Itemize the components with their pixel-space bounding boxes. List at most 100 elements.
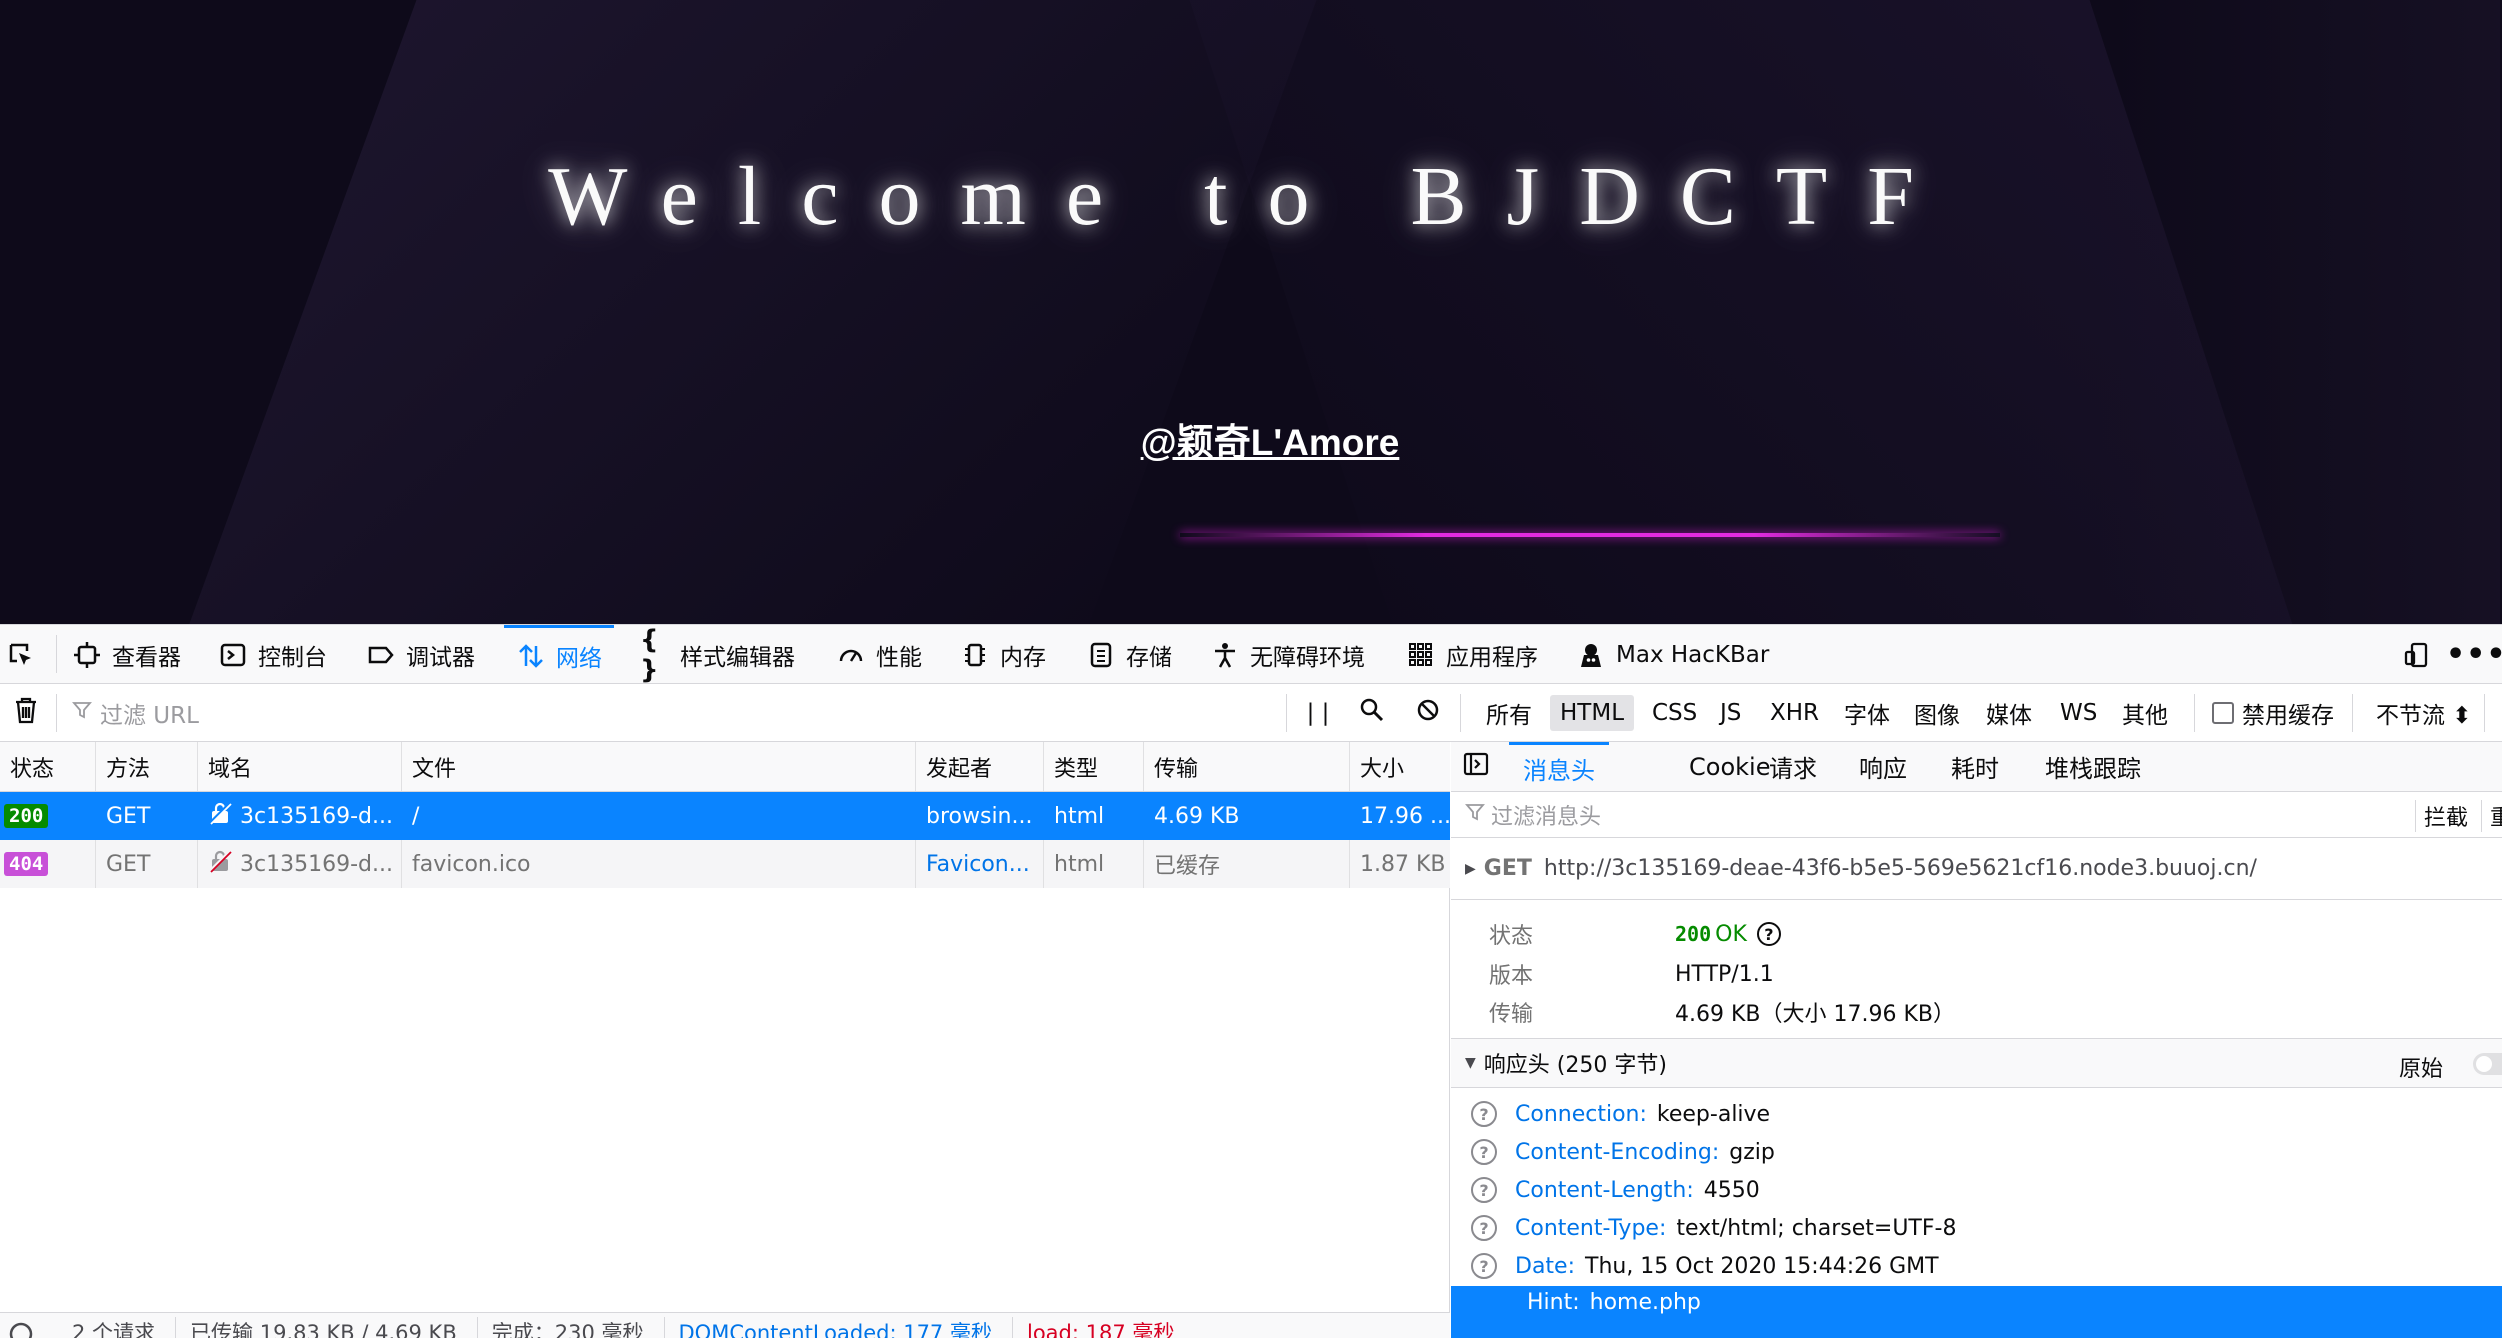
file-cell: favicon.ico xyxy=(402,840,916,888)
type-filter-image[interactable]: 图像 xyxy=(1914,684,1960,741)
response-header-row: ? Content-Length: 4550 xyxy=(1451,1172,2502,1208)
tab-performance[interactable]: 性能 xyxy=(836,625,922,684)
column-header-method[interactable]: 方法 xyxy=(96,742,198,791)
block-request-button[interactable]: 拦截 xyxy=(2415,800,2468,832)
request-count: 2 个请求 xyxy=(72,1321,156,1338)
network-icon xyxy=(516,641,546,671)
pause-icon: | | xyxy=(1306,699,1330,726)
tab-timings[interactable]: 耗时 xyxy=(1951,742,1999,791)
initiator-cell[interactable]: browsin... xyxy=(916,792,1044,840)
author-link[interactable]: @颖奇L'Amore xyxy=(0,412,2502,466)
tab-memory[interactable]: 内存 xyxy=(960,625,1046,684)
page-viewport: Welcome to BJDCTF @颖奇L'Amore xyxy=(0,0,2502,624)
help-icon[interactable]: ? xyxy=(1471,1177,1497,1203)
tab-inspector[interactable]: 查看器 xyxy=(72,625,181,684)
type-filter-ws[interactable]: WS xyxy=(2060,684,2097,741)
tab-max-hackbar[interactable]: Max HacKBar xyxy=(1576,625,1769,684)
tab-stack-trace[interactable]: 堆栈跟踪 xyxy=(2045,742,2141,791)
background-shape xyxy=(2100,0,2500,624)
network-filterbar: 过滤 URL | | 所有 HTML CSS JS XHR 字体 图像 媒体 W… xyxy=(0,684,2502,742)
column-header-status[interactable]: 状态 xyxy=(0,742,96,791)
column-header-size[interactable]: 大小 xyxy=(1350,742,1450,791)
column-header-initiator[interactable]: 发起者 xyxy=(916,742,1044,791)
column-header-transfer[interactable]: 传输 xyxy=(1144,742,1350,791)
domain-text: 3c135169-d... xyxy=(240,851,393,877)
tab-cookies[interactable]: Cookie xyxy=(1689,742,1770,791)
type-filter-js[interactable]: JS xyxy=(1720,684,1741,741)
help-icon[interactable]: ? xyxy=(1471,1101,1497,1127)
tab-console[interactable]: 控制台 xyxy=(218,625,327,684)
type-filter-media[interactable]: 媒体 xyxy=(1986,684,2032,741)
type-filter-html[interactable]: HTML xyxy=(1550,695,1635,731)
column-header-file[interactable]: 文件 xyxy=(402,742,916,791)
status-code: 200 xyxy=(1675,922,1712,946)
help-icon[interactable]: ? xyxy=(1471,1253,1497,1279)
tab-label: 应用程序 xyxy=(1446,644,1538,671)
more-options-button[interactable]: ••• xyxy=(2446,625,2502,684)
tab-accessibility[interactable]: 无障碍环境 xyxy=(1210,625,1365,684)
search-button[interactable] xyxy=(1354,684,1390,741)
tab-label: Max HacKBar xyxy=(1616,641,1770,668)
resend-button[interactable]: 重 xyxy=(2481,800,2502,832)
request-list: 状态 方法 域名 文件 发起者 类型 传输 大小 200 GET 3c13516… xyxy=(0,742,1450,1338)
disable-cache-label: 禁用缓存 xyxy=(2242,702,2334,729)
tab-headers[interactable]: 消息头 xyxy=(1509,742,1609,791)
header-name: Date: xyxy=(1515,1253,1575,1279)
style-editor-icon: { } xyxy=(640,624,659,685)
type-filter-other[interactable]: 其他 xyxy=(2122,684,2168,741)
help-icon[interactable]: ? xyxy=(1756,922,1781,946)
stopwatch-icon xyxy=(8,1317,34,1338)
tab-label: 控制台 xyxy=(258,644,327,671)
url-filter-input[interactable]: 过滤 URL xyxy=(72,684,1282,741)
tab-response[interactable]: 响应 xyxy=(1859,742,1907,791)
request-row[interactable]: 404 GET 3c135169-d... favicon.ico Favico… xyxy=(0,840,1450,888)
tab-application[interactable]: 应用程序 xyxy=(1406,625,1538,684)
raw-toggle[interactable] xyxy=(2473,1053,2502,1075)
tab-network[interactable]: 网络 xyxy=(504,625,614,684)
request-method: GET xyxy=(1483,856,1532,881)
accessibility-icon xyxy=(1210,640,1240,670)
finish-time: 完成：230 毫秒 xyxy=(476,1317,644,1338)
column-header-domain[interactable]: 域名 xyxy=(198,742,402,791)
type-filter-all[interactable]: 所有 xyxy=(1486,684,1532,741)
tab-debugger[interactable]: 调试器 xyxy=(366,625,475,684)
filter-icon xyxy=(72,700,92,726)
response-header-row: ? Content-Type: text/html; charset=UTF-8 xyxy=(1451,1210,2502,1246)
request-row[interactable]: 200 GET 3c135169-d... / browsin... html … xyxy=(0,792,1450,840)
type-filter-font[interactable]: 字体 xyxy=(1844,684,1890,741)
response-header-row: ? Connection: keep-alive xyxy=(1451,1096,2502,1132)
disable-cache-checkbox[interactable]: 禁用缓存 xyxy=(2212,684,2334,741)
load-time: load: 187 毫秒 xyxy=(1011,1317,1174,1338)
tab-request[interactable]: 请求 xyxy=(1769,742,1817,791)
clear-button[interactable] xyxy=(6,684,46,741)
tab-storage[interactable]: 存储 xyxy=(1086,625,1172,684)
response-headers-section[interactable]: ▼ 响应头 (250 字节) 原始 xyxy=(1451,1038,2502,1088)
throttle-select[interactable]: 不节流 ⬍ xyxy=(2376,684,2472,741)
tab-label: 存储 xyxy=(1126,644,1172,671)
details-tabs: 消息头 Cookie 请求 响应 耗时 堆栈跟踪 xyxy=(1451,742,2502,792)
request-url-row[interactable]: ▶ GET http://3c135169-deae-43f6-b5e5-569… xyxy=(1451,838,2502,900)
response-header-row: ? Content-Encoding: gzip xyxy=(1451,1134,2502,1170)
element-picker-button[interactable] xyxy=(6,625,46,684)
toggle-sidebar-button[interactable] xyxy=(1463,742,1489,791)
summary-transfer-row: 传输 4.69 KB（大小 17.96 KB） xyxy=(1451,994,2502,1030)
summary-key: 传输 xyxy=(1489,1002,1534,1027)
tab-label: 无障碍环境 xyxy=(1250,644,1365,671)
header-filter-input[interactable]: 过滤消息头 xyxy=(1491,799,1601,831)
pause-button[interactable]: | | xyxy=(1300,684,1336,741)
responsive-mode-button[interactable] xyxy=(2402,625,2436,684)
storage-icon xyxy=(1086,640,1116,670)
memory-icon xyxy=(960,640,990,670)
glow-divider xyxy=(1180,533,2000,537)
block-button[interactable] xyxy=(1410,684,1446,741)
tab-style-editor[interactable]: { } 样式编辑器 xyxy=(640,624,795,685)
responsive-design-icon xyxy=(2402,640,2432,670)
type-filter-css[interactable]: CSS xyxy=(1652,684,1697,741)
help-icon[interactable]: ? xyxy=(1471,1139,1497,1165)
request-details-panel: 消息头 Cookie 请求 响应 耗时 堆栈跟踪 过滤消息头 拦截 重 ▶ GE… xyxy=(1451,742,2502,1338)
initiator-cell[interactable]: Favicon... xyxy=(916,840,1044,888)
column-header-type[interactable]: 类型 xyxy=(1044,742,1144,791)
type-filter-xhr[interactable]: XHR xyxy=(1770,684,1819,741)
help-icon[interactable]: ? xyxy=(1471,1215,1497,1241)
response-header-row-selected[interactable]: Hint: home.php xyxy=(1451,1286,2502,1338)
